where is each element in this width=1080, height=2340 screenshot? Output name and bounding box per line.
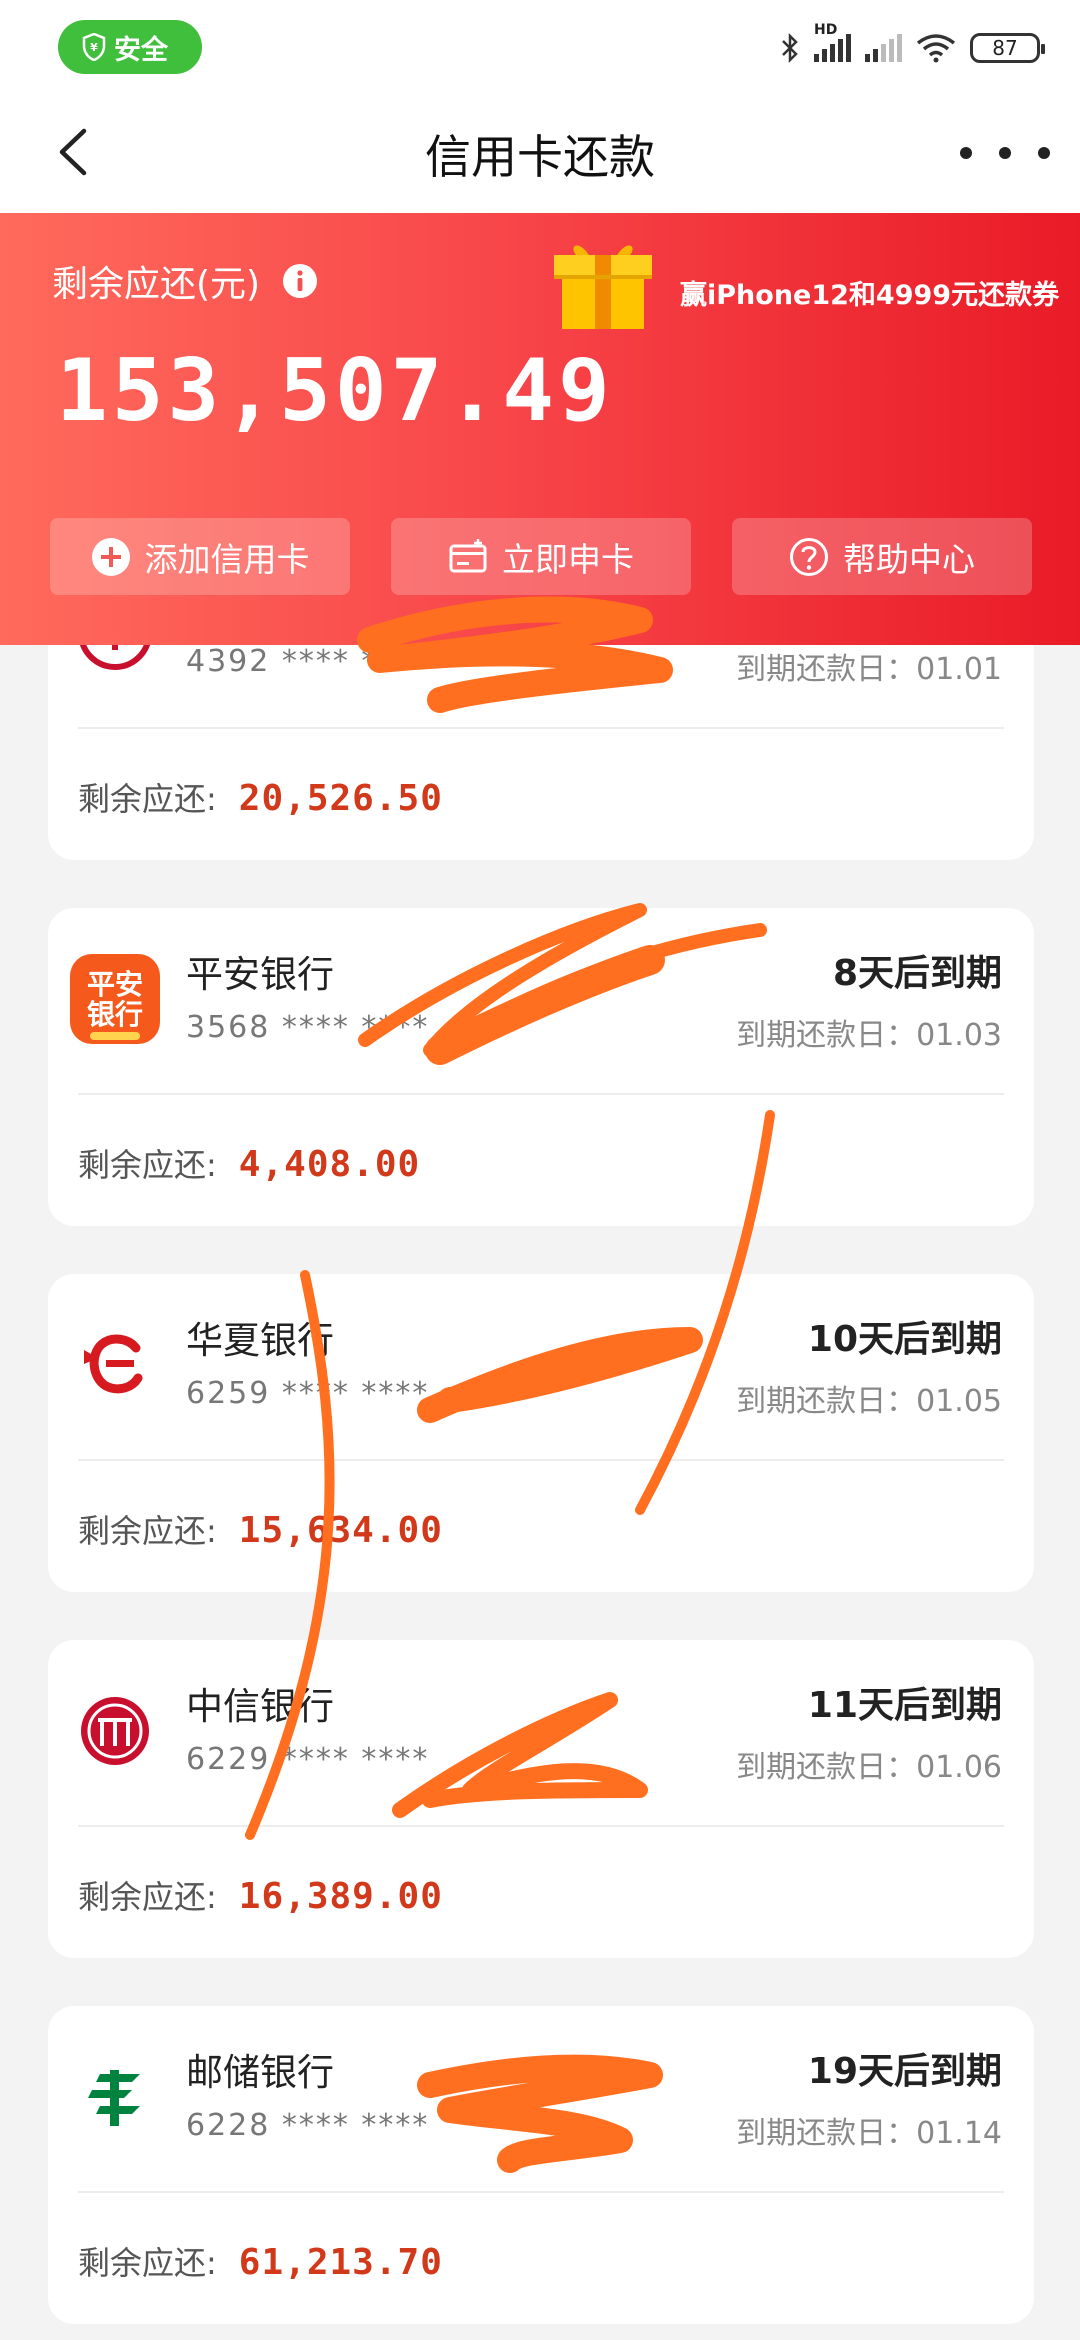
promo-banner[interactable]: 赢iPhone12和4999元还款券	[550, 235, 1059, 331]
credit-card-item[interactable]: 中信银行 6229 **** **** 11天后到期 到期还款日：01.06 剩…	[48, 1640, 1034, 1958]
remaining-label: 剩余应还:	[78, 1146, 217, 1184]
signal-bars-icon	[814, 34, 851, 62]
remaining-amount: 61,213.70	[238, 2242, 443, 2283]
remaining-label: 剩余应还:	[78, 780, 217, 818]
apply-card-button[interactable]: 立即申卡	[391, 518, 691, 595]
remaining-amount: 20,526.50	[238, 778, 443, 819]
status-bar: ¥ 安全 HD 87	[0, 0, 1080, 95]
battery-icon: 87	[970, 33, 1045, 63]
summary-header: 剩余应还(元) 153,507.49 赢iPhone12和4999元还款券 添加…	[0, 213, 1080, 645]
card-number: 6228 **** ****	[186, 2108, 430, 2143]
remaining-row: 剩余应还: 4,408.00	[78, 1140, 420, 1186]
plus-circle-icon	[91, 537, 130, 576]
divider	[78, 1459, 1004, 1461]
remaining-label: 剩余应还:	[78, 2244, 217, 2282]
remaining-label-row: 剩余应还(元)	[52, 255, 318, 307]
svg-text:¥: ¥	[90, 41, 98, 54]
page-title: 信用卡还款	[425, 130, 655, 184]
due-status: 11天后到期	[807, 1685, 1002, 1726]
credit-card-item[interactable]: 平安 银行 平安银行 3568 **** **** 8天后到期 到期还款日：01…	[48, 908, 1034, 1226]
remaining-label: 剩余应还:	[78, 1512, 217, 1550]
divider	[78, 1093, 1004, 1095]
help-center-label: 帮助中心	[843, 539, 975, 579]
divider	[78, 1825, 1004, 1827]
svg-text:平安: 平安	[87, 968, 143, 1001]
remaining-row: 剩余应还: 20,526.50	[78, 774, 443, 820]
add-card-button[interactable]: 添加信用卡	[50, 518, 350, 595]
due-date: 到期还款日：01.14	[736, 2116, 1002, 2151]
due-date: 到期还款日：01.01	[736, 652, 1002, 687]
shield-icon: ¥	[82, 33, 106, 61]
gift-icon	[554, 245, 652, 329]
question-circle-icon	[790, 537, 828, 576]
more-dot-icon	[999, 147, 1011, 159]
due-date: 到期还款日：01.03	[736, 1018, 1002, 1053]
due-status: 8天后到期	[832, 953, 1002, 994]
remaining-amount: 4,408.00	[238, 1144, 421, 1185]
signal-1: HD	[814, 22, 851, 62]
help-center-button[interactable]: 帮助中心	[732, 518, 1032, 595]
card-number: 4392 **** ****	[186, 644, 430, 679]
total-amount: 153,507.49	[56, 341, 614, 441]
signal-bars-2-icon	[865, 34, 902, 62]
divider	[78, 727, 1004, 729]
bank-name: 平安银行	[186, 953, 334, 996]
card-number: 3568 **** ****	[186, 1010, 430, 1045]
due-date: 到期还款日：01.06	[736, 1750, 1002, 1785]
battery-level: 87	[992, 36, 1018, 60]
remaining-label: 剩余应还(元)	[52, 264, 261, 305]
info-icon[interactable]	[282, 263, 318, 299]
more-dot-icon	[1038, 147, 1050, 159]
due-date: 到期还款日：01.05	[736, 1384, 1002, 1419]
safe-badge: ¥ 安全	[58, 20, 202, 74]
remaining-row: 剩余应还: 16,389.00	[78, 1872, 443, 1918]
due-status: 19天后到期	[807, 2051, 1002, 2092]
more-dot-icon	[960, 147, 972, 159]
credit-card-item[interactable]: 邮储银行 6228 **** **** 19天后到期 到期还款日：01.14 剩…	[48, 2006, 1034, 2324]
add-card-label: 添加信用卡	[144, 539, 310, 579]
card-number: 6229 **** ****	[186, 1742, 430, 1777]
divider	[78, 2191, 1004, 2193]
status-icons: HD 87	[780, 22, 1045, 70]
psbc-logo-icon	[88, 2070, 140, 2126]
more-button[interactable]	[960, 125, 1050, 181]
network-label: HD	[814, 22, 838, 38]
due-status: 10天后到期	[807, 1319, 1002, 1360]
bluetooth-icon	[782, 32, 798, 64]
safe-label: 安全	[114, 34, 168, 66]
huaxia-logo-icon	[84, 1334, 143, 1394]
credit-card-item[interactable]: 华夏银行 6259 **** **** 10天后到期 到期还款日：01.05 剩…	[48, 1274, 1034, 1592]
remaining-label: 剩余应还:	[78, 1878, 217, 1916]
citic-logo-icon	[81, 1697, 149, 1765]
remaining-row: 剩余应还: 61,213.70	[78, 2238, 443, 2284]
bank-name: 中信银行	[186, 1685, 334, 1728]
card-number: 6259 **** ****	[186, 1376, 430, 1411]
card-icon	[449, 538, 487, 572]
remaining-amount: 16,389.00	[238, 1876, 443, 1917]
remaining-row: 剩余应还: 15,634.00	[78, 1506, 443, 1552]
nav-bar: 信用卡还款	[0, 95, 1080, 213]
remaining-amount: 15,634.00	[238, 1510, 443, 1551]
pingan-logo-icon: 平安 银行	[70, 954, 160, 1044]
promo-text: 赢iPhone12和4999元还款券	[680, 279, 1060, 311]
apply-card-label: 立即申卡	[502, 539, 634, 579]
bank-name: 华夏银行	[186, 1319, 334, 1362]
bank-name: 邮储银行	[186, 2051, 334, 2094]
wifi-icon	[916, 34, 956, 63]
svg-text:银行: 银行	[87, 998, 143, 1031]
